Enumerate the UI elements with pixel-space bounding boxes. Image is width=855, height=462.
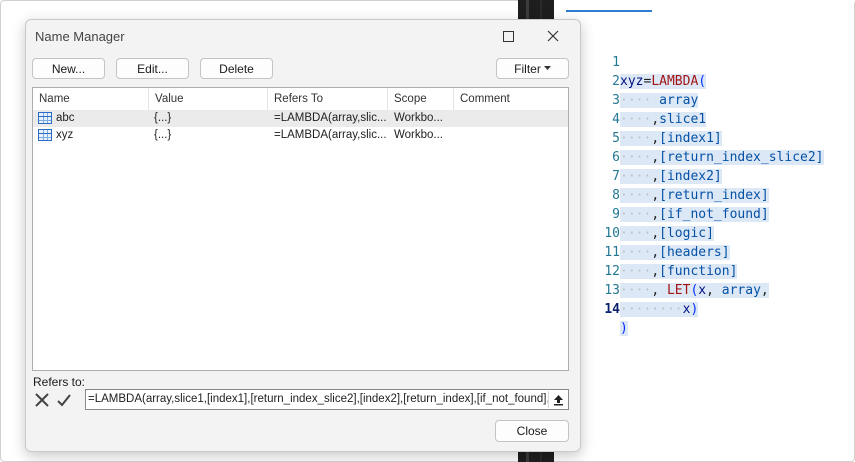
column-header-comment[interactable]: Comment	[454, 88, 568, 110]
code-line[interactable]: ····,slice1	[620, 110, 707, 129]
close-button[interactable]: Close	[495, 420, 569, 442]
row-comment	[460, 110, 560, 127]
filter-button[interactable]: Filter	[496, 58, 569, 79]
code-line[interactable]: ····,[logic]	[620, 224, 714, 243]
code-line[interactable]: )	[620, 319, 628, 338]
row-value: {...}	[154, 129, 172, 141]
dropdown-arrow-icon	[543, 66, 551, 70]
code-line[interactable]: ····,[index2]	[620, 167, 722, 186]
column-header-name[interactable]: Name	[33, 88, 149, 110]
dialog-title: Name Manager	[35, 29, 125, 44]
row-comment	[460, 127, 560, 144]
name-manager-dialog: Name Manager New... Edit... Delete Filte…	[25, 19, 581, 452]
code-line[interactable]: ····,[index1]	[620, 129, 722, 148]
edit-button[interactable]: Edit...	[116, 58, 189, 79]
row-refers-to: =LAMBDA(array,slic...	[274, 112, 386, 124]
table-icon	[38, 129, 52, 141]
code-line[interactable]: ····,[return_index_slice2]	[620, 148, 824, 167]
commit-edit-button[interactable]	[54, 390, 73, 409]
names-list[interactable]: Name Value Refers To Scope Comment abc {…	[32, 87, 569, 371]
column-header-scope[interactable]: Scope	[388, 88, 454, 110]
code-line[interactable]: ····,[if_not_found]	[620, 205, 769, 224]
row-value: {...}	[154, 112, 172, 124]
code-line[interactable]: ····,[return_index]	[620, 186, 769, 205]
list-header: Name Value Refers To Scope Comment	[33, 88, 568, 111]
row-name: xyz	[56, 129, 74, 141]
cross-icon	[34, 392, 49, 407]
maximize-icon	[502, 30, 514, 42]
column-header-value[interactable]: Value	[149, 88, 268, 110]
list-row[interactable]: xyz {...} =LAMBDA(array,slic... Workbo..…	[33, 127, 568, 144]
active-tab-underline	[566, 10, 652, 12]
list-row[interactable]: abc {...} =LAMBDA(array,slic... Workbo..…	[33, 110, 568, 127]
code-line[interactable]: ········x)	[620, 300, 699, 319]
new-button[interactable]: New...	[32, 58, 105, 79]
table-icon	[38, 112, 52, 124]
refers-to-label: Refers to:	[33, 375, 86, 389]
code-line[interactable]: ···· array	[620, 91, 699, 110]
collapse-arrow-icon	[553, 394, 563, 405]
column-header-refers-to[interactable]: Refers To	[268, 88, 388, 110]
refers-to-input[interactable]: =LAMBDA(array,slice1,[index1],[return_in…	[85, 389, 569, 410]
row-scope: Workbo...	[394, 129, 443, 141]
checkmark-icon	[56, 393, 71, 406]
cancel-edit-button[interactable]	[32, 390, 51, 409]
code-line[interactable]: ····,[function]	[620, 262, 738, 281]
delete-button[interactable]: Delete	[200, 58, 273, 79]
background-tabs	[554, 0, 854, 22]
refers-to-text: =LAMBDA(array,slice1,[index1],[return_in…	[88, 393, 550, 405]
code-line[interactable]: ····, LET(x, array,	[620, 281, 769, 300]
collapse-dialog-button[interactable]	[548, 391, 567, 408]
code-editor[interactable]: 1 xyz=LAMBDA( 2 ···· array 3 ····,slice1…	[560, 34, 850, 336]
code-line[interactable]: ····,[headers]	[620, 243, 730, 262]
code-line[interactable]: xyz=LAMBDA(	[620, 72, 707, 91]
dialog-titlebar[interactable]: Name Manager	[26, 20, 580, 52]
row-name: abc	[56, 112, 75, 124]
close-icon	[547, 30, 559, 42]
maximize-button[interactable]	[488, 24, 528, 48]
row-refers-to: =LAMBDA(array,slic...	[274, 129, 386, 141]
close-window-button[interactable]	[533, 24, 573, 48]
row-scope: Workbo...	[394, 112, 443, 124]
